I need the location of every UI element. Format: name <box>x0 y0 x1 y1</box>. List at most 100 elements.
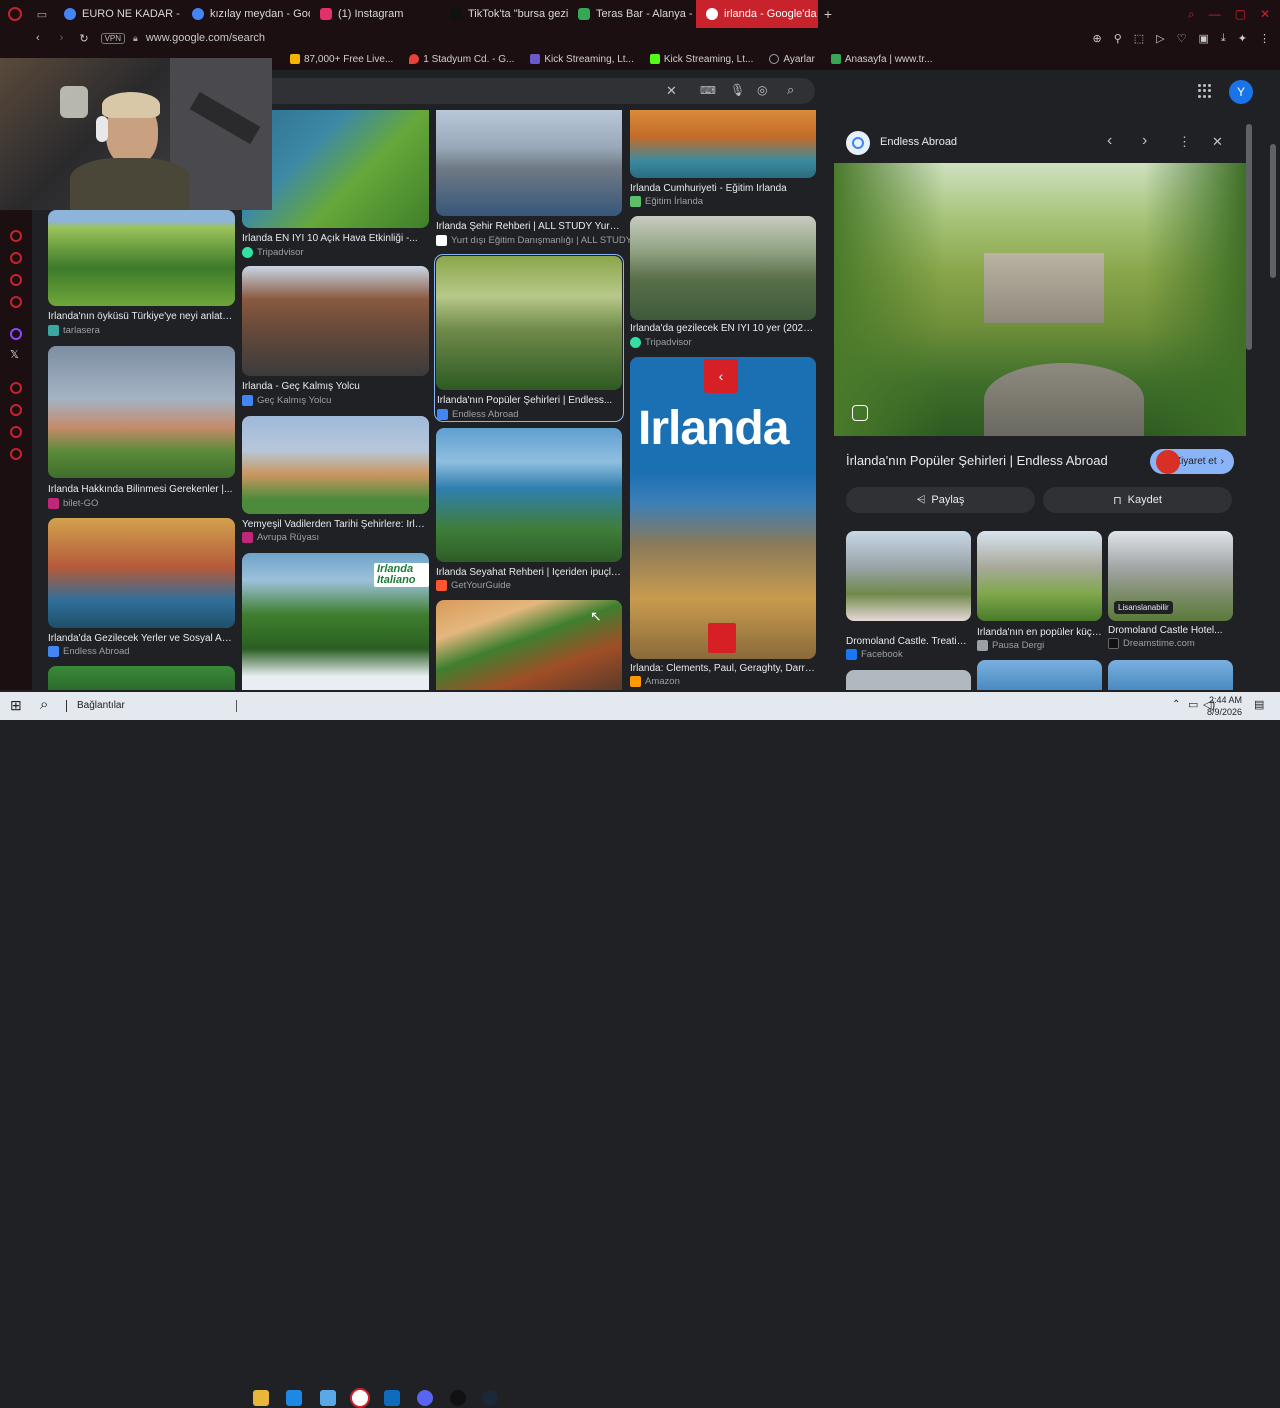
windows-start-icon[interactable]: ⊞ <box>10 697 22 714</box>
more-options-icon[interactable]: ⋮ <box>1178 134 1191 150</box>
snapshot-icon[interactable]: ⬚ <box>1134 32 1144 45</box>
avatar[interactable]: Y <box>1229 80 1253 104</box>
related-thumb[interactable] <box>977 660 1102 690</box>
tab-2[interactable]: (1) Instagram <box>310 0 440 28</box>
browser-menu-icon[interactable] <box>0 0 30 28</box>
result-source[interactable]: Eğitim İrlanda <box>630 196 703 207</box>
panel-site-name[interactable]: Endless Abroad <box>880 136 957 148</box>
tab-0[interactable]: EURO NE KADAR - Google <box>54 0 182 28</box>
clear-icon[interactable]: ✕ <box>666 83 677 99</box>
image-result[interactable]: İrlanda Şehir Rehberi | ALL STUDY Yurtdı… <box>436 110 632 250</box>
image-result[interactable] <box>48 666 235 690</box>
settings-icon[interactable] <box>10 448 22 460</box>
vpn-badge[interactable]: VPN <box>100 32 126 44</box>
pin-icon[interactable]: ⚲ <box>1114 32 1122 45</box>
sidebar-icon[interactable] <box>10 252 22 264</box>
result-source[interactable]: GetYourGuide <box>436 580 511 591</box>
search-icon[interactable]: ⌕ <box>40 696 48 713</box>
preview-image[interactable] <box>834 163 1246 436</box>
share-button[interactable]: ⩤ Paylaş <box>846 487 1035 513</box>
file-explorer-icon[interactable] <box>253 1390 269 1406</box>
related-thumb[interactable] <box>846 670 971 690</box>
minimize-icon[interactable]: — <box>1209 7 1221 21</box>
notification-icon[interactable]: ▤ <box>1254 698 1264 711</box>
menu-icon[interactable]: ⋮ <box>1259 32 1270 45</box>
new-tab-button[interactable]: + <box>818 6 838 22</box>
reload-icon[interactable]: ↻ <box>79 32 88 45</box>
bookmark-4[interactable]: Ayarlar <box>769 54 815 65</box>
image-result[interactable]: İrlanda'nın öyküsü Türkiye'ye neyi anlat… <box>48 210 235 340</box>
image-result[interactable]: ‹ Irlanda İrlanda: Clements, Paul, Gerag… <box>630 357 816 690</box>
tab-3[interactable]: TikTok'ta "bursa gezilecek <box>440 0 568 28</box>
taskbar-search-label[interactable]: Bağlantılar <box>77 700 125 711</box>
visit-button[interactable]: Ziyaret et › <box>1150 449 1234 474</box>
opera-gx-icon[interactable] <box>350 1388 370 1408</box>
save-button[interactable]: ⊓ Kaydet <box>1043 487 1232 513</box>
network-icon[interactable]: ▭ <box>1188 698 1198 711</box>
image-result[interactable]: ↖ <box>436 600 622 690</box>
result-source[interactable]: Geç Kalmış Yolcu <box>242 395 331 406</box>
steam-icon[interactable] <box>482 1390 498 1406</box>
apps-icon[interactable] <box>1198 84 1212 98</box>
related-source[interactable]: Dreamstime.com <box>1108 638 1195 649</box>
bookmark-5[interactable]: Anasayfa | www.tr... <box>830 54 933 65</box>
maximize-icon[interactable]: ▢ <box>1235 7 1246 21</box>
tab-1[interactable]: kızılay meydan - Google'd <box>182 0 310 28</box>
sidebar-icon[interactable] <box>10 230 22 242</box>
result-source[interactable]: Tripadvisor <box>630 337 692 348</box>
panel-scrollbar[interactable] <box>1246 124 1252 350</box>
image-result-selected[interactable]: İrlanda'nın Popüler Şehirleri | Endless.… <box>434 254 624 422</box>
heart-icon[interactable]: ♡ <box>1177 32 1187 45</box>
sidebar-icon[interactable] <box>10 382 22 394</box>
image-result[interactable]: İrlanda Hakkında Bilinmesi Gerekenler |.… <box>48 346 235 509</box>
panel-title[interactable]: İrlanda'nın Popüler Şehirleri | Endless … <box>846 453 1108 468</box>
store-icon[interactable] <box>384 1390 400 1406</box>
result-source[interactable]: Avrupa Rüyası <box>242 532 319 543</box>
image-result[interactable]: Yemyeşil Vadilerden Tarihi Şehirlere: İr… <box>242 416 429 546</box>
tab-5-active[interactable]: irlanda - Google'da Ara <box>696 0 818 28</box>
image-result[interactable]: Irlanda Italiano <box>242 553 429 690</box>
app-icon[interactable] <box>320 1390 336 1406</box>
lens-icon[interactable]: ◎ <box>757 83 767 97</box>
play-icon[interactable]: ▷ <box>1156 32 1164 45</box>
related-image[interactable]: Dromoland Castle. Treating... Facebook <box>846 531 971 660</box>
page-scrollbar[interactable] <box>1270 144 1276 278</box>
next-icon[interactable]: › <box>1142 132 1147 150</box>
result-source[interactable]: bilet-GO <box>48 498 98 509</box>
result-source[interactable]: Amazon <box>630 676 680 687</box>
result-source[interactable]: tarlasera <box>48 325 100 336</box>
result-source[interactable]: Tripadvisor <box>242 247 304 258</box>
edge-icon[interactable] <box>286 1390 302 1406</box>
tab-list-icon[interactable]: ▭ <box>30 0 54 28</box>
twitch-icon[interactable] <box>10 328 22 340</box>
bookmark-2[interactable]: Kick Streaming, Lt... <box>530 54 634 65</box>
search-icon[interactable]: ⌕ <box>787 82 794 98</box>
image-result[interactable]: İrlanda'da gezilecek EN İYİ 10 yer (2026… <box>630 216 816 350</box>
search-tabs-icon[interactable]: ⌕ <box>1188 7 1195 22</box>
bookmark-3[interactable]: Kick Streaming, Lt... <box>649 54 753 65</box>
result-source[interactable]: Endless Abroad <box>437 409 519 420</box>
prev-icon[interactable]: ‹ <box>1107 132 1112 150</box>
download-icon[interactable]: ⤓ <box>1221 32 1226 45</box>
result-source[interactable]: Endless Abroad <box>48 646 130 657</box>
history-icon[interactable] <box>10 404 22 416</box>
image-result[interactable]: İrlanda'da Gezilecek Yerler ve Sosyal Ak… <box>48 518 235 660</box>
clock-time[interactable]: 2:44 AM <box>1209 695 1242 705</box>
tray-chevron-icon[interactable]: ⌃ <box>1172 699 1180 710</box>
bookmark-1[interactable]: 1 Stadyum Cd. - G... <box>409 54 514 65</box>
related-image[interactable]: İrlanda'nın en popüler küçü... Pausa Der… <box>977 531 1102 659</box>
related-source[interactable]: Facebook <box>846 649 903 660</box>
discord-icon[interactable] <box>417 1390 433 1406</box>
zoom-icon[interactable]: ⊕ <box>1092 32 1101 45</box>
result-source[interactable]: Yurt dışı Eğitim Danışmanlığı | ALL STUD… <box>436 235 632 246</box>
back-icon[interactable]: ‹ <box>36 32 40 44</box>
wallet-icon[interactable]: ▣ <box>1199 32 1209 45</box>
sidebar-icon[interactable] <box>10 274 22 286</box>
close-window-icon[interactable]: ✕ <box>1260 7 1270 21</box>
x-icon[interactable]: 𝕏 <box>10 348 19 361</box>
search-input[interactable]: ✕ ⌨ 🎙︎ ◎ ⌕ <box>270 78 815 104</box>
sidebar-icon[interactable] <box>10 426 22 438</box>
sidebar-icon[interactable] <box>10 296 22 308</box>
url-field[interactable]: www.google.com/search <box>146 32 265 44</box>
mic-icon[interactable]: 🎙︎ <box>730 83 745 97</box>
